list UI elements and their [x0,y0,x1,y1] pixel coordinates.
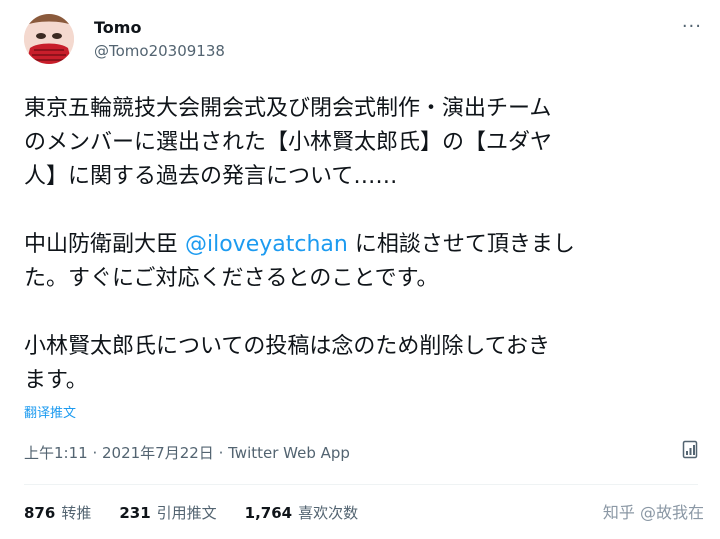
tweet-date[interactable]: 2021年7月22日 [102,444,214,462]
tweet-line-7: ます。 [24,368,88,393]
quotes-count: 231 [119,504,151,522]
tweet-time[interactable]: 上午1:11 [24,444,88,462]
tweet-meta: 上午1:11 · 2021年7月22日 · Twitter Web App [24,442,350,463]
user-display-name[interactable]: Tomo [94,18,141,37]
watermark: 知乎 @故我在 [602,503,704,522]
likes-count: 1,764 [244,504,293,522]
analytics-icon[interactable] [682,440,700,460]
tweet-p2-pre: 中山防衛副大臣 [24,232,185,257]
likes-label: 喜欢次数 [298,504,359,522]
user-handle[interactable]: @Tomo20309138 [94,42,225,60]
quotes-stat[interactable]: 231 引用推文 [119,502,216,523]
likes-stat[interactable]: 1,764 喜欢次数 [245,502,358,523]
tweet-line-6: 小林賢太郎氏についての投稿は念のため削除しておき [24,334,551,359]
tweet-p2-post: に相談させて頂きまし [347,232,575,257]
tweet-line-2: のメンバーに選出された【小林賢太郎氏】の【ユダヤ [24,130,553,155]
retweets-label: 转推 [61,504,92,522]
avatar-image [24,14,74,64]
divider [24,484,698,485]
meta-separator: · [213,444,229,462]
meta-separator: · [87,444,102,462]
tweet-line-3: 人】に関する過去の発言について…… [24,164,398,189]
mention-link[interactable]: @iloveyatchan [185,232,348,257]
tweet-line-5: た。すぐにご対応くださるとのことです。 [24,266,439,291]
quotes-label: 引用推文 [156,504,217,522]
retweets-stat[interactable]: 876 转推 [24,502,91,523]
tweet-text: 東京五輪競技大会開会式及び閉会式制作・演出チーム のメンバーに選出された【小林賢… [24,92,704,398]
tweet-source[interactable]: Twitter Web App [228,444,350,462]
more-icon[interactable]: ··· [682,16,702,37]
translate-tweet-link[interactable]: 翻译推文 [24,402,76,421]
tweet-line-1: 東京五輪競技大会開会式及び閉会式制作・演出チーム [24,96,552,121]
avatar[interactable] [24,14,74,64]
tweet-stats: 876 转推 231 引用推文 1,764 喜欢次数 [24,502,358,523]
retweets-count: 876 [24,504,56,522]
